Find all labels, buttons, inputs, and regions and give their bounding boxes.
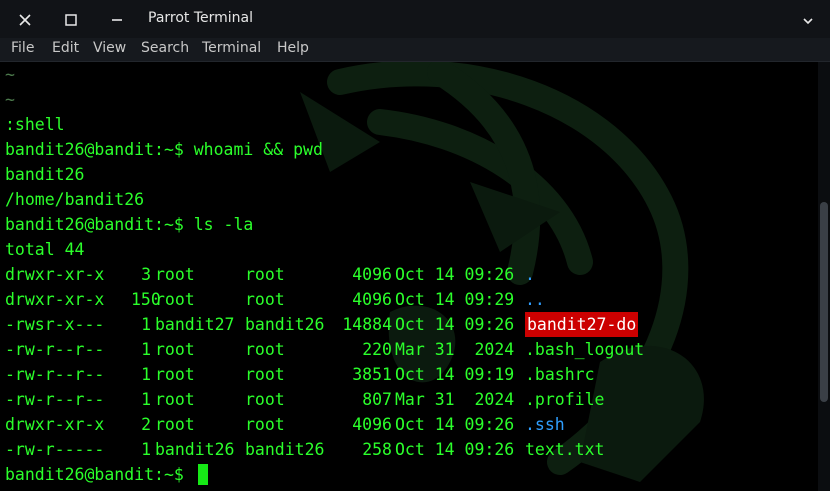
listing-owner: root <box>155 290 195 309</box>
minimize-icon <box>111 11 123 30</box>
listing-links: 1 <box>141 390 151 409</box>
listing-size: 258 <box>362 440 392 459</box>
listing-perms: -rw-r--r-- <box>5 390 105 409</box>
listing-row: drwxr-xr-x 3 root root 4096 Oct 14 09:26… <box>5 262 535 287</box>
listing-date: Oct 14 09:26 <box>395 415 515 434</box>
listing-owner: root <box>155 365 195 384</box>
listing-size: 14884 <box>342 315 392 334</box>
prompt-line: bandit26@bandit:~$ ls -la <box>5 215 254 234</box>
listing-date: Oct 14 09:26 <box>395 440 515 459</box>
listing-row: -rw-r----- 1 bandit26 bandit26 258 Oct 1… <box>5 437 604 462</box>
listing-group: root <box>245 365 285 384</box>
output-line: /home/bandit26 <box>5 190 145 209</box>
listing-name: .profile <box>525 390 605 409</box>
listing-perms: drwxr-xr-x <box>5 290 105 309</box>
listing-links: 3 <box>141 265 151 284</box>
listing-date: Oct 14 09:29 <box>395 290 515 309</box>
prompt-text: bandit26@bandit:~$ <box>5 465 194 484</box>
listing-group: bandit26 <box>245 440 325 459</box>
window-title: Parrot Terminal <box>148 10 254 26</box>
tilde-line: ~ <box>5 90 15 109</box>
terminal-lines: ~ ~ :shell bandit26@bandit:~$ whoami && … <box>5 62 644 487</box>
listing-owner: bandit26 <box>155 440 235 459</box>
scrollbar-thumb[interactable] <box>820 202 828 402</box>
listing-row: -rw-r--r-- 1 root root 3851 Oct 14 09:19… <box>5 362 595 387</box>
listing-date: Mar 31 2024 <box>395 340 515 359</box>
shell-command-line: :shell <box>5 115 65 134</box>
menu-search[interactable]: Search <box>141 40 189 56</box>
listing-name: . <box>525 265 535 284</box>
listing-name: text.txt <box>525 440 605 459</box>
listing-name: .. <box>525 290 545 309</box>
listing-group: root <box>245 340 285 359</box>
title-bar[interactable]: Parrot Terminal <box>0 0 830 39</box>
listing-links: 150 <box>131 290 161 309</box>
close-icon <box>19 11 31 30</box>
menu-help[interactable]: Help <box>277 40 309 56</box>
listing-group: root <box>245 415 285 434</box>
listing-date: Mar 31 2024 <box>395 390 515 409</box>
menu-view[interactable]: View <box>93 40 126 56</box>
listing-size: 4096 <box>352 290 392 309</box>
listing-date: Oct 14 09:26 <box>395 265 515 284</box>
maximize-icon <box>65 11 77 30</box>
listing-group: root <box>245 390 285 409</box>
listing-row: drwxr-xr-x 2 root root 4096 Oct 14 09:26… <box>5 412 565 437</box>
listing-row: -rwsr-x--- 1 bandit27 bandit26 14884 Oct… <box>5 312 639 337</box>
listing-name: .ssh <box>525 415 565 434</box>
listing-date: Oct 14 09:19 <box>395 365 515 384</box>
text-cursor <box>197 464 208 485</box>
listing-group: bandit26 <box>245 315 325 334</box>
menu-edit[interactable]: Edit <box>52 40 79 56</box>
listing-size: 807 <box>362 390 392 409</box>
output-line: bandit26 <box>5 165 85 184</box>
listing-name-suid: bandit27-do <box>525 312 639 337</box>
chevron-down-icon <box>803 10 813 29</box>
listing-links: 1 <box>141 440 151 459</box>
menu-bar: File Edit View Search Terminal Help <box>0 38 830 62</box>
listing-size: 4096 <box>352 415 392 434</box>
listing-perms: drwxr-xr-x <box>5 415 105 434</box>
listing-row: drwxr-xr-x 150 root root 4096 Oct 14 09:… <box>5 287 545 312</box>
window-menu-button[interactable] <box>800 11 816 27</box>
listing-size: 4096 <box>352 265 392 284</box>
listing-links: 2 <box>141 415 151 434</box>
listing-links: 1 <box>141 365 151 384</box>
terminal-output-area[interactable]: ~ ~ :shell bandit26@bandit:~$ whoami && … <box>0 62 818 491</box>
listing-group: root <box>245 290 285 309</box>
listing-perms: -rwsr-x--- <box>5 315 105 334</box>
maximize-button[interactable] <box>60 9 82 31</box>
listing-name: .bashrc <box>525 365 595 384</box>
listing-name: .bash_logout <box>525 340 645 359</box>
menu-file[interactable]: File <box>11 40 34 56</box>
close-button[interactable] <box>14 9 36 31</box>
listing-perms: drwxr-xr-x <box>5 265 105 284</box>
menu-terminal[interactable]: Terminal <box>202 40 261 56</box>
minimize-button[interactable] <box>106 9 128 31</box>
current-prompt-line[interactable]: bandit26@bandit:~$ <box>5 462 323 487</box>
listing-size: 3851 <box>352 365 392 384</box>
listing-row: -rw-r--r-- 1 root root 220 Mar 31 2024 .… <box>5 337 644 362</box>
listing-owner: root <box>155 340 195 359</box>
output-line: total 44 <box>5 240 85 259</box>
listing-owner: root <box>155 415 195 434</box>
listing-links: 1 <box>141 315 151 334</box>
listing-perms: -rw-r----- <box>5 440 105 459</box>
listing-size: 220 <box>362 340 392 359</box>
listing-date: Oct 14 09:26 <box>395 315 515 334</box>
terminal-window: Parrot Terminal File Edit View Search Te… <box>0 0 830 491</box>
vertical-scrollbar[interactable] <box>818 62 830 491</box>
listing-owner: root <box>155 390 195 409</box>
listing-owner: root <box>155 265 195 284</box>
tilde-line: ~ <box>5 65 15 84</box>
listing-links: 1 <box>141 340 151 359</box>
listing-row: -rw-r--r-- 1 root root 807 Mar 31 2024 .… <box>5 387 604 412</box>
listing-perms: -rw-r--r-- <box>5 340 105 359</box>
prompt-line: bandit26@bandit:~$ whoami && pwd <box>5 140 323 159</box>
listing-owner: bandit27 <box>155 315 235 334</box>
listing-group: root <box>245 265 285 284</box>
listing-perms: -rw-r--r-- <box>5 365 105 384</box>
